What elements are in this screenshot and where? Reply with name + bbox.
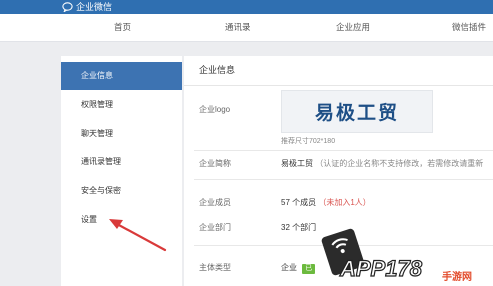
watermark-site: 手游网 [442, 272, 472, 283]
watermark: APP178 手游网 [318, 227, 493, 286]
watermark-text: APP178 [339, 255, 422, 281]
